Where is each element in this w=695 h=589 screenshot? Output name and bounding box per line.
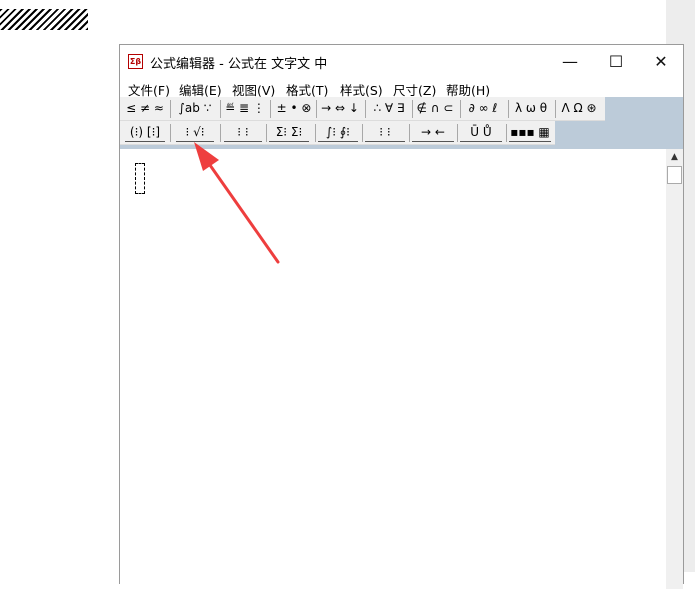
annotation-arrow (194, 142, 280, 264)
annotation-arrow-shaft (203, 156, 280, 264)
annotation-arrow-head (194, 142, 219, 171)
